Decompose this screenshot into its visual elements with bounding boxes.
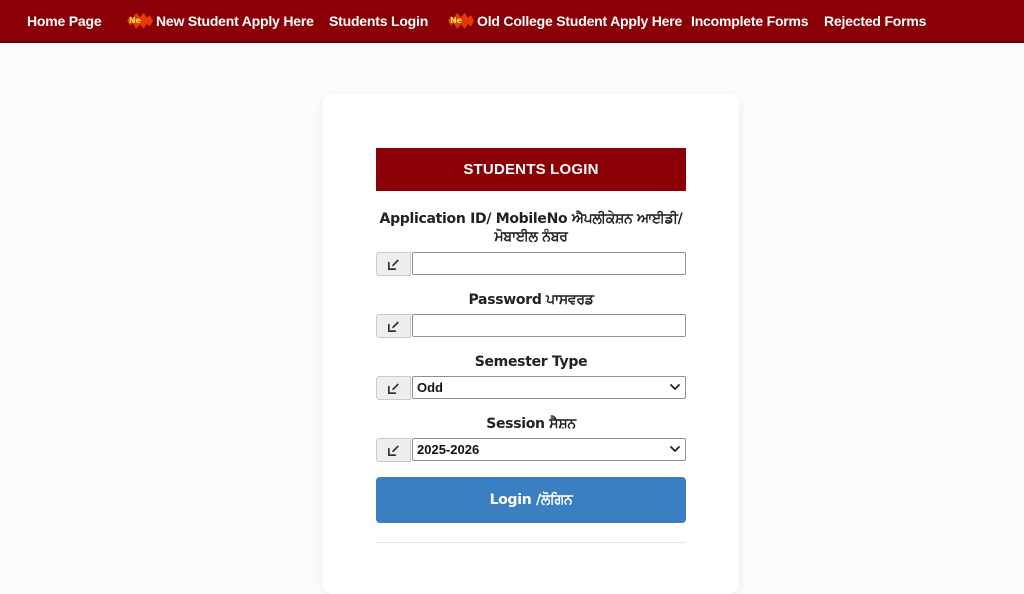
password-addon: [376, 314, 411, 338]
semester-type-addon: [376, 376, 411, 400]
chevron-down-icon: [670, 446, 680, 452]
semester-type-label: Semester Type: [474, 354, 588, 370]
divider: [376, 542, 686, 543]
nav-students-login[interactable]: Students Login: [329, 0, 428, 43]
edit-icon: [388, 320, 399, 332]
password-input[interactable]: [412, 314, 686, 337]
edit-icon: [388, 258, 399, 270]
nav-rejected-forms-label: Rejected Forms: [824, 13, 927, 29]
nav-students-login-label: Students Login: [329, 13, 429, 29]
session-select[interactable]: 2025-2026: [412, 438, 686, 461]
password-label: Password ਪਾਸਵਰਡ: [468, 292, 594, 308]
semester-type-selected-value: Odd: [417, 380, 443, 395]
nav-new-student-apply[interactable]: Ne New Student Apply Here: [124, 0, 314, 43]
nav-new-student-apply-label: New Student Apply Here: [156, 13, 314, 29]
nav-incomplete-forms[interactable]: Incomplete Forms: [691, 0, 809, 43]
top-navigation-bar: Home Page Ne New Student Apply Here Stud…: [0, 0, 1024, 43]
session-selected-value: 2025-2026: [417, 442, 480, 457]
nav-old-college-student-apply[interactable]: Ne Old College Student Apply Here: [445, 0, 682, 43]
nav-incomplete-forms-label: Incomplete Forms: [691, 13, 809, 29]
edit-icon: [388, 444, 399, 456]
new-badge-icon: Ne: [445, 12, 475, 29]
application-id-input[interactable]: [412, 252, 686, 275]
session-addon: [376, 438, 411, 462]
new-badge-icon: Ne: [124, 12, 154, 29]
nav-home-page-label: Home Page: [27, 13, 102, 29]
session-label: Session ਸੈਸ਼ਨ: [486, 416, 576, 432]
chevron-down-icon: [670, 384, 680, 390]
nav-rejected-forms[interactable]: Rejected Forms: [824, 0, 926, 43]
semester-type-select[interactable]: Odd: [412, 376, 686, 399]
login-header-title: STUDENTS LOGIN: [376, 148, 686, 191]
login-button[interactable]: Login /ਲੋਗਿਨ: [376, 477, 686, 523]
nav-home-page[interactable]: Home Page: [27, 0, 102, 43]
application-id-label: Application ID/ MobileNo ਐਪਲੀਕੇਸ਼ਨ ਆਈਡੀ/…: [379, 211, 683, 245]
nav-old-college-student-apply-label: Old College Student Apply Here: [477, 13, 683, 29]
edit-icon: [388, 382, 399, 394]
application-id-addon: [376, 252, 411, 276]
